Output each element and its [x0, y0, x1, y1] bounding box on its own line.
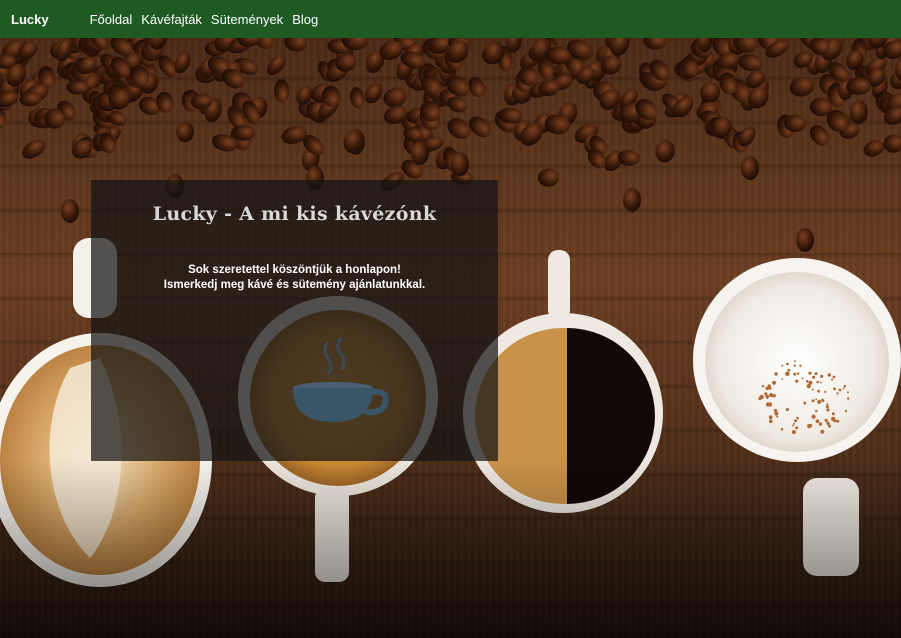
- nav-link-blog[interactable]: Blog: [292, 12, 318, 27]
- coffee-cup-icon: [293, 337, 389, 422]
- nav-link-coffee-types[interactable]: Kávéfajták: [141, 12, 202, 27]
- nav-link-home[interactable]: Főoldal: [90, 12, 133, 27]
- brand-link[interactable]: Lucky: [11, 12, 49, 27]
- welcome-overlay: Lucky - A mi kis kávézónk Sok szeretette…: [91, 180, 498, 461]
- welcome-text: Sok szeretettel köszöntjük a honlapon! I…: [91, 263, 498, 293]
- welcome-line-2: Ismerkedj meg kávé és sütemény ajánlatun…: [163, 279, 426, 291]
- hero-background: Lucky - A mi kis kávézónk Sok szeretette…: [0, 38, 901, 638]
- page-title: Lucky - A mi kis kávézónk: [152, 203, 437, 225]
- nav-link-pastries[interactable]: Sütemények: [211, 12, 283, 27]
- welcome-line-1: Sok szeretettel köszöntjük a honlapon!: [188, 264, 401, 276]
- nav-links: Főoldal Kávéfajták Sütemények Blog: [90, 12, 319, 27]
- navbar: Lucky Főoldal Kávéfajták Sütemények Blog: [0, 0, 901, 38]
